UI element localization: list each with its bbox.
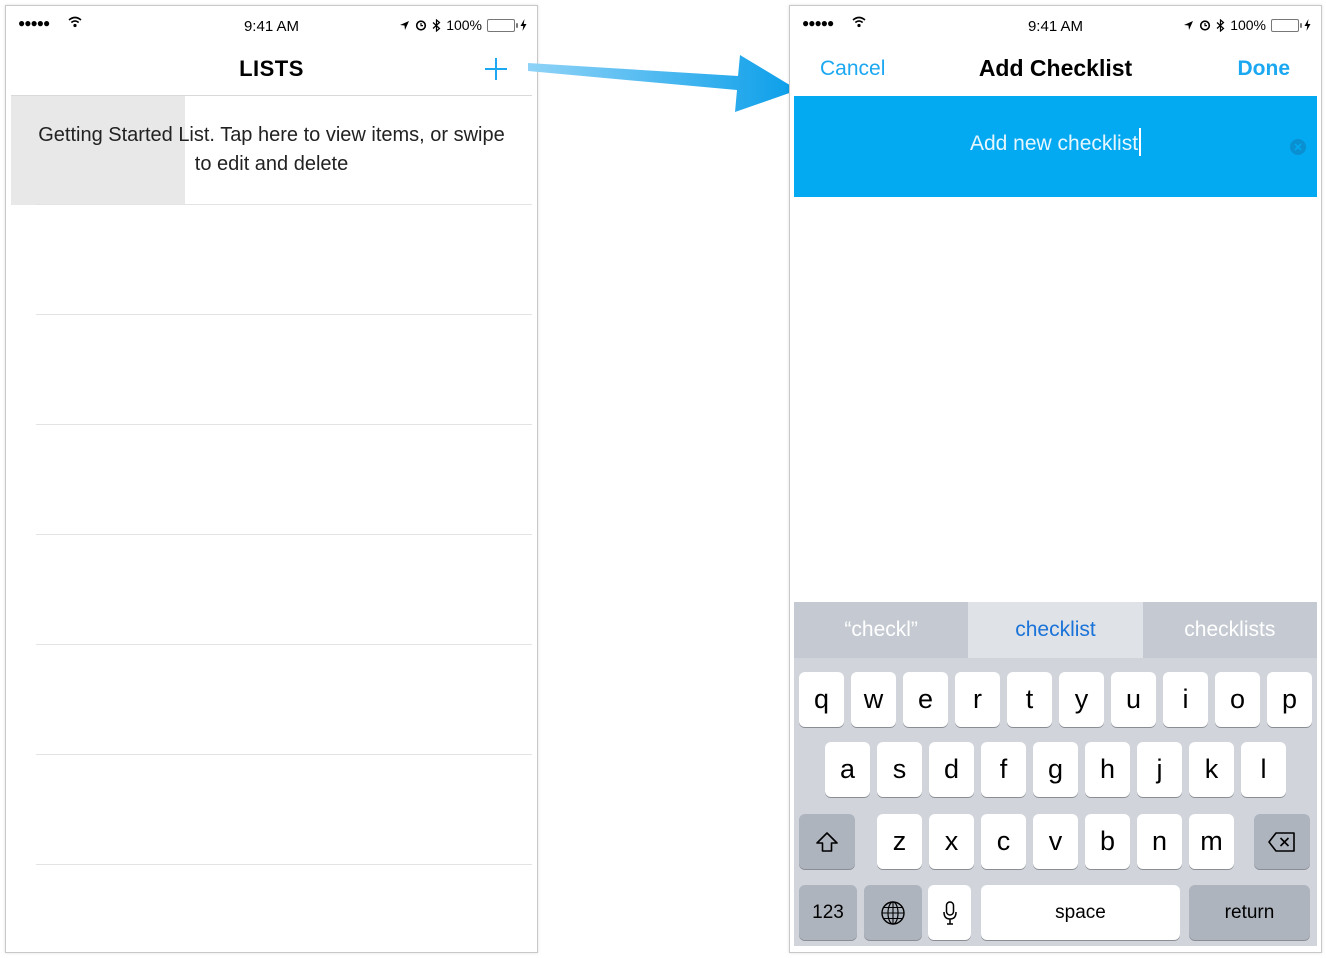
key-n[interactable]: n bbox=[1137, 814, 1182, 869]
empty-row bbox=[36, 644, 532, 754]
navigation-bar: LISTS bbox=[6, 46, 537, 96]
location-icon bbox=[1184, 20, 1194, 30]
key-m[interactable]: m bbox=[1189, 814, 1234, 869]
lists-screen: ●●●●● 9:41 AM 100% LISTS Getting Started… bbox=[5, 5, 538, 953]
suggestion-item[interactable]: “checkl” bbox=[794, 602, 968, 658]
key-t[interactable]: t bbox=[1007, 672, 1052, 727]
bluetooth-icon bbox=[1216, 18, 1225, 32]
key-h[interactable]: h bbox=[1085, 742, 1130, 797]
shift-icon bbox=[816, 831, 838, 852]
key-s[interactable]: s bbox=[877, 742, 922, 797]
key-d[interactable]: d bbox=[929, 742, 974, 797]
charging-icon bbox=[520, 19, 527, 31]
key-i[interactable]: i bbox=[1163, 672, 1208, 727]
key-z[interactable]: z bbox=[877, 814, 922, 869]
key-f[interactable]: f bbox=[981, 742, 1026, 797]
text-cursor bbox=[1139, 128, 1142, 157]
empty-row bbox=[36, 204, 532, 314]
alarm-icon bbox=[1200, 20, 1211, 31]
key-v[interactable]: v bbox=[1033, 814, 1078, 869]
empty-row bbox=[36, 534, 532, 644]
done-button[interactable]: Done bbox=[1238, 57, 1291, 81]
key-g[interactable]: g bbox=[1033, 742, 1078, 797]
add-checklist-screen: ●●●●● 9:41 AM 100% Cancel Add Checklist … bbox=[789, 5, 1322, 953]
numbers-key[interactable]: 123 bbox=[799, 885, 857, 940]
clear-text-icon[interactable] bbox=[1289, 138, 1307, 156]
lists-table: Getting Started List. Tap here to view i… bbox=[11, 95, 532, 945]
battery-percent: 100% bbox=[1230, 17, 1266, 33]
charging-icon bbox=[1304, 19, 1311, 31]
empty-row bbox=[36, 314, 532, 424]
location-icon bbox=[400, 20, 410, 30]
list-item[interactable]: Getting Started List. Tap here to view i… bbox=[11, 95, 532, 205]
empty-row bbox=[36, 424, 532, 534]
globe-icon bbox=[881, 900, 905, 925]
list-item-label: Getting Started List. Tap here to view i… bbox=[38, 124, 505, 175]
battery-icon bbox=[487, 18, 518, 32]
alarm-icon bbox=[416, 20, 427, 31]
page-title: LISTS bbox=[239, 56, 304, 81]
status-bar: ●●●●● 9:41 AM 100% bbox=[6, 6, 537, 46]
status-bar: ●●●●● 9:41 AM 100% bbox=[790, 6, 1321, 46]
suggestion-item[interactable]: checklists bbox=[1143, 602, 1317, 658]
shift-key[interactable] bbox=[799, 814, 855, 869]
bluetooth-icon bbox=[432, 18, 441, 32]
space-key[interactable]: space bbox=[981, 885, 1180, 940]
empty-row bbox=[36, 864, 532, 952]
predictive-text-bar: “checkl” checklist checklists bbox=[794, 602, 1317, 658]
new-checklist-field[interactable]: Add new checklist bbox=[794, 96, 1317, 197]
key-c[interactable]: c bbox=[981, 814, 1026, 869]
checklist-name-input[interactable]: Add new checklist bbox=[794, 128, 1317, 157]
dictation-key[interactable] bbox=[928, 885, 971, 940]
keyboard: “checkl” checklist checklists q w e r t … bbox=[794, 602, 1317, 946]
delete-key[interactable] bbox=[1254, 814, 1310, 869]
transition-arrow bbox=[528, 55, 798, 112]
battery-percent: 100% bbox=[446, 17, 482, 33]
key-b[interactable]: b bbox=[1085, 814, 1130, 869]
microphone-icon bbox=[942, 900, 957, 925]
key-q[interactable]: q bbox=[799, 672, 844, 727]
return-key[interactable]: return bbox=[1189, 885, 1310, 940]
key-k[interactable]: k bbox=[1189, 742, 1234, 797]
battery-icon bbox=[1271, 18, 1302, 32]
key-e[interactable]: e bbox=[903, 672, 948, 727]
key-x[interactable]: x bbox=[929, 814, 974, 869]
navigation-bar: Cancel Add Checklist Done bbox=[790, 46, 1321, 96]
key-a[interactable]: a bbox=[825, 742, 870, 797]
key-u[interactable]: u bbox=[1111, 672, 1156, 727]
plus-icon[interactable] bbox=[481, 54, 511, 84]
globe-key[interactable] bbox=[864, 885, 922, 940]
input-text: Add new checklist bbox=[969, 132, 1139, 155]
key-p[interactable]: p bbox=[1267, 672, 1312, 727]
key-o[interactable]: o bbox=[1215, 672, 1260, 727]
backspace-icon bbox=[1268, 831, 1295, 852]
key-y[interactable]: y bbox=[1059, 672, 1104, 727]
suggestion-item[interactable]: checklist bbox=[968, 602, 1143, 658]
empty-row bbox=[36, 754, 532, 864]
key-r[interactable]: r bbox=[955, 672, 1000, 727]
key-l[interactable]: l bbox=[1241, 742, 1286, 797]
key-w[interactable]: w bbox=[851, 672, 896, 727]
key-j[interactable]: j bbox=[1137, 742, 1182, 797]
